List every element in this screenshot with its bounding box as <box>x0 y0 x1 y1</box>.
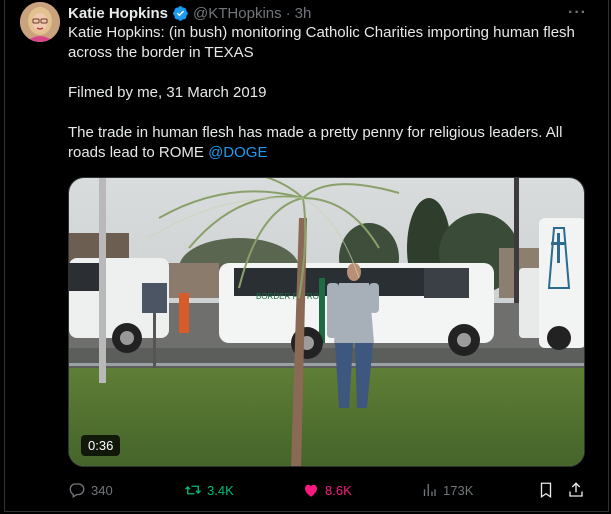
heart-icon <box>305 484 317 497</box>
video-duration: 0:36 <box>81 435 121 456</box>
author-handle[interactable]: @KTHopkins <box>193 5 282 22</box>
like-button[interactable]: 8.6K <box>302 480 352 500</box>
reply-button[interactable]: 340 <box>68 480 113 500</box>
repost-button[interactable]: 3.4K <box>184 480 234 500</box>
share-button[interactable] <box>567 480 585 500</box>
header-separator: · <box>285 4 291 22</box>
reply-icon <box>69 483 85 498</box>
tweet-text-line-2: Filmed by me, 31 March 2019 <box>68 84 267 101</box>
video-player[interactable]: BORDER PATROL <box>68 177 585 467</box>
timestamp[interactable]: 3h <box>295 5 312 22</box>
author-name[interactable]: Katie Hopkins <box>68 5 168 22</box>
van-logo-text: BORDER PATROL <box>256 292 324 301</box>
avatar[interactable] <box>20 2 60 42</box>
repost-count: 3.4K <box>207 482 234 498</box>
views-icon <box>423 484 436 496</box>
tweet-header: Katie Hopkins @KTHopkins · 3h <box>68 3 311 23</box>
share-icon <box>569 482 583 497</box>
mention-link[interactable]: @DOGE <box>208 144 267 161</box>
bookmark-icon <box>540 482 552 499</box>
like-count: 8.6K <box>325 482 352 498</box>
views-button[interactable]: 173K <box>420 480 473 500</box>
video-frame: BORDER PATROL <box>69 178 584 466</box>
tweet-text-line-1: Katie Hopkins: (in bush) monitoring Cath… <box>68 24 575 61</box>
tweet-text-line-3-body: The trade in human flesh has made a pret… <box>68 124 563 161</box>
reply-count: 340 <box>91 482 113 498</box>
verified-badge-icon[interactable] <box>172 5 189 22</box>
repost-icon <box>185 485 201 495</box>
action-bar: 340 3.4K 8.6K 173K <box>68 480 588 502</box>
views-count: 173K <box>443 482 474 498</box>
tweet-text-line-3: The trade in human flesh has made a pret… <box>68 123 588 163</box>
bookmark-button[interactable] <box>537 480 555 500</box>
more-options-icon[interactable]: ··· <box>568 4 587 22</box>
tweet-text: Katie Hopkins: (in bush) monitoring Cath… <box>68 23 588 163</box>
